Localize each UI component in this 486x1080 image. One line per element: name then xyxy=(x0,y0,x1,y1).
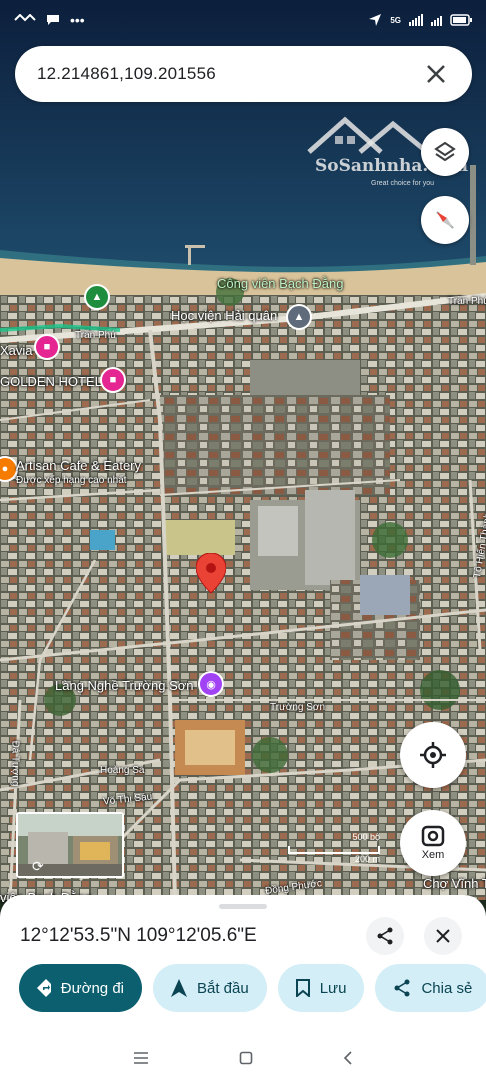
search-input[interactable]: 12.214861,109.201556 xyxy=(37,64,422,84)
notification-dot-icon xyxy=(14,14,36,22)
signal-icon xyxy=(409,14,423,26)
navigation-icon xyxy=(171,979,187,997)
menu-icon[interactable] xyxy=(133,1051,149,1065)
compass-icon xyxy=(436,211,454,229)
close-icon xyxy=(436,929,450,943)
street-label-tran-phu: Trần Phú xyxy=(75,330,116,341)
signal-icon-2 xyxy=(431,14,442,26)
directions-icon xyxy=(37,979,51,997)
scale-bar xyxy=(288,846,380,854)
my-location-icon xyxy=(420,742,446,768)
cho-vinh-truong-label[interactable]: Chợ Vĩnh Tr xyxy=(423,876,486,891)
network-label: 5G xyxy=(390,15,401,25)
place-bottom-sheet[interactable]: 12°12'53.5"N 109°12'05.6"E Đường đi Bắt … xyxy=(0,895,486,1080)
golden-hotel-label[interactable]: GOLDEN HOTEL xyxy=(0,374,102,389)
share-icon xyxy=(377,927,393,945)
xavia-label[interactable]: Xavia xyxy=(0,343,33,358)
street-label-tran-phu-2: Trần Phú xyxy=(448,296,486,307)
street-label-da-tuong: Đá Tượng xyxy=(9,740,21,787)
lens-button[interactable]: Xem xyxy=(400,810,466,876)
bookmark-icon xyxy=(295,979,310,997)
street-label-truong-son: Trường Sơn xyxy=(270,702,326,713)
action-buttons-row: Đường đi Bắt đầu Lưu Chia sẻ xyxy=(19,964,486,1012)
house-roof-icon xyxy=(307,116,429,154)
rotate-360-icon: ⟳ xyxy=(32,858,44,874)
park-label[interactable]: Công viên Bạch Đằng xyxy=(217,276,343,291)
my-location-button[interactable] xyxy=(400,722,466,788)
start-label: Bắt đầu xyxy=(197,979,249,997)
share-label: Chia sẻ xyxy=(421,979,473,997)
artisan-rating-label: Được xếp hạng cao nhất xyxy=(16,475,127,486)
map-scale: 500 bộ 200 m xyxy=(288,832,382,866)
layers-icon xyxy=(434,141,456,162)
scale-feet: 500 bộ xyxy=(352,832,380,842)
chat-icon xyxy=(47,15,59,25)
coordinates-title: 12°12'53.5"N 109°12'05.6"E xyxy=(20,925,257,946)
home-square-icon[interactable] xyxy=(239,1051,253,1065)
close-icon[interactable] xyxy=(422,60,450,88)
camera-lens-icon xyxy=(421,825,445,847)
lang-nghe-label[interactable]: Làng Nghề Trường Sơn xyxy=(55,678,194,693)
sheet-drag-handle[interactable] xyxy=(219,904,267,909)
directions-label: Đường đi xyxy=(60,979,124,997)
start-button[interactable]: Bắt đầu xyxy=(153,964,267,1012)
school-icon[interactable]: ▲ xyxy=(286,304,312,330)
location-arrow-icon xyxy=(369,14,382,26)
naval-academy-label[interactable]: Học viện Hải quân xyxy=(171,308,277,323)
scale-meters: 200 m xyxy=(354,854,380,864)
hotel-icon[interactable]: ■ xyxy=(100,367,126,393)
share-button[interactable]: Chia sẻ xyxy=(375,964,486,1012)
search-bar[interactable]: 12.214861,109.201556 xyxy=(15,46,472,102)
status-bar: ••• 5G xyxy=(0,0,486,40)
share-icon xyxy=(394,979,410,997)
back-chevron-icon[interactable] xyxy=(343,1050,353,1065)
save-button[interactable]: Lưu xyxy=(277,964,365,1012)
camera-poi-icon[interactable]: ◉ xyxy=(198,671,224,697)
watermark-tagline: Great choice for you xyxy=(371,180,435,187)
compass-button[interactable] xyxy=(421,196,469,244)
street-label-hoang-sa: Hoàng Sa xyxy=(100,765,145,776)
street-view-thumbnail[interactable]: ⟳ xyxy=(16,812,124,878)
dropped-pin-icon[interactable] xyxy=(196,553,226,599)
park-tree-icon[interactable]: ▲ xyxy=(84,284,110,310)
close-sheet-button[interactable] xyxy=(424,917,462,955)
more-dots-icon: ••• xyxy=(70,12,85,28)
share-button-small[interactable] xyxy=(366,917,404,955)
directions-button[interactable]: Đường đi xyxy=(19,964,142,1012)
lens-label: Xem xyxy=(421,849,445,861)
system-nav-bar xyxy=(0,1035,486,1080)
hotel-icon[interactable]: ■ xyxy=(34,334,60,360)
layers-button[interactable] xyxy=(421,128,469,176)
battery-icon xyxy=(450,14,472,26)
artisan-cafe-label[interactable]: Artisan Cafe & Eatery xyxy=(16,458,141,473)
save-label: Lưu xyxy=(319,979,347,997)
